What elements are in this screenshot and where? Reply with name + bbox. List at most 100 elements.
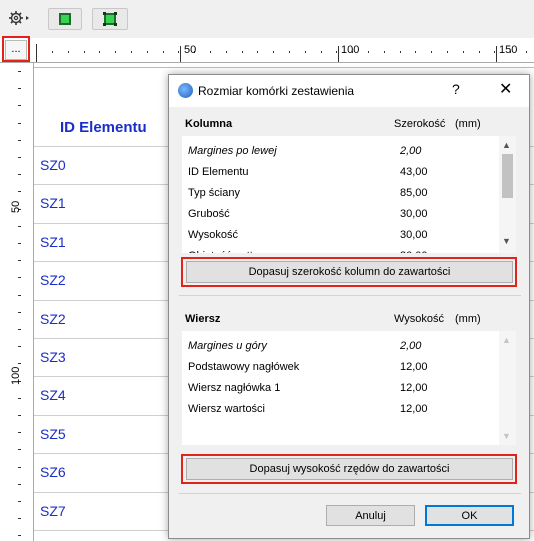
table-cell: SZ4 [40, 387, 66, 404]
column-section-header: Kolumna [185, 118, 233, 130]
ruler-tick [400, 51, 401, 53]
ruler-tick [18, 123, 21, 124]
list-item-value[interactable]: 85,00 [400, 187, 428, 199]
settings-button[interactable] [5, 8, 35, 30]
ruler-tick [18, 312, 21, 313]
list-item-label[interactable]: Wiersz nagłówka 1 [188, 382, 280, 394]
green-square-nodes-icon [103, 12, 117, 26]
tool-button-1[interactable] [48, 8, 82, 30]
ruler-tick [178, 51, 179, 53]
list-item-label[interactable]: Objętość netto [188, 250, 259, 253]
ruler-origin-tick [36, 44, 37, 62]
close-button[interactable]: ✕ [499, 79, 512, 99]
table-cell: SZ2 [40, 310, 66, 327]
list-item-label[interactable]: Wysokość [188, 229, 238, 241]
table-cell: SZ6 [40, 464, 66, 481]
ruler-tick [18, 329, 21, 330]
ruler-tick [68, 51, 69, 53]
ruler-label: 150 [499, 44, 518, 56]
ruler-tick [18, 484, 21, 485]
ruler-tick [131, 51, 132, 53]
ruler-tick [99, 51, 100, 53]
ok-button[interactable]: OK [425, 505, 514, 526]
green-square-icon [59, 13, 71, 25]
list-item-value[interactable]: 30,00 [400, 250, 428, 253]
column-list-scrollbar[interactable]: ▲ ▼ [499, 136, 516, 253]
ruler-tick [18, 415, 21, 416]
column-list[interactable]: Margines po lewej 2,00 ID Elementu 43,00 Typ… [182, 136, 516, 253]
dialog-titlebar: Rozmiar komórki zestawienia ? ✕ [169, 75, 529, 107]
list-item-value[interactable]: 43,00 [400, 166, 428, 178]
app-icon [178, 83, 193, 98]
row-unit: (mm) [455, 313, 481, 325]
table-cell: SZ7 [40, 502, 66, 519]
ruler-tick [18, 518, 21, 519]
list-item-value[interactable]: 2,00 [400, 145, 421, 157]
vertical-ruler: 50 100 [0, 63, 34, 541]
ruler-label: 50 [10, 200, 22, 213]
table-cell: SZ1 [40, 233, 66, 250]
ruler-tick [415, 51, 416, 53]
ruler-tick [115, 51, 116, 53]
scroll-up-icon[interactable]: ▲ [502, 335, 511, 345]
list-item-label[interactable]: Wiersz wartości [188, 403, 265, 415]
scroll-down-icon[interactable]: ▼ [502, 236, 511, 246]
row-list[interactable]: Margines u góry 2,00 Podstawowy nagłówek 12… [182, 331, 516, 445]
ruler-tick [18, 363, 21, 364]
separator [179, 295, 521, 296]
ruler-tick [494, 51, 495, 53]
ruler-tick [18, 501, 21, 502]
scroll-down-icon[interactable]: ▼ [502, 431, 511, 441]
list-item-label[interactable]: Podstawowy nagłówek [188, 361, 299, 373]
ruler-tick [18, 277, 21, 278]
list-item-label[interactable]: Margines po lewej [188, 145, 277, 157]
ruler-label: 100 [10, 366, 22, 385]
ruler-tick [257, 51, 258, 53]
help-button[interactable]: ? [452, 81, 460, 97]
ruler-tick [336, 51, 337, 53]
column-value-header: Szerokość [394, 118, 446, 130]
row-value-header: Wysokość [394, 313, 445, 325]
ruler-tick [321, 51, 322, 53]
ruler-tick [84, 51, 85, 53]
ruler-tick [18, 140, 21, 141]
list-item-value[interactable]: 30,00 [400, 229, 428, 241]
dialog-title: Rozmiar komórki zestawienia [198, 84, 355, 98]
list-item-value[interactable]: 30,00 [400, 208, 428, 220]
list-item-value[interactable]: 12,00 [400, 382, 428, 394]
gear-icon [8, 10, 32, 29]
scroll-thumb[interactable] [502, 154, 513, 198]
list-item-label[interactable]: ID Elementu [188, 166, 249, 178]
table-cell: SZ2 [40, 272, 66, 289]
ruler-tick [447, 51, 448, 53]
horizontal-ruler: 50 100 150 [0, 38, 534, 63]
ruler-tick [163, 51, 164, 53]
list-item-value[interactable]: 2,00 [400, 340, 421, 352]
fit-width-highlight [181, 257, 517, 287]
list-item-value[interactable]: 12,00 [400, 361, 428, 373]
list-item-value[interactable]: 12,00 [400, 403, 428, 415]
ruler-tick [18, 71, 21, 72]
ruler-major-tick [496, 46, 497, 62]
ruler-major-tick [180, 46, 181, 62]
list-item-label[interactable]: Margines u góry [188, 340, 267, 352]
cell-size-dialog: Rozmiar komórki zestawienia ? ✕ Kolumna … [168, 74, 530, 539]
table-cell: SZ1 [40, 195, 66, 212]
list-item-label[interactable]: Typ ściany [188, 187, 240, 199]
column-header: ID Elementu [60, 119, 147, 136]
cancel-button[interactable]: Anuluj [326, 505, 415, 526]
table-cell: SZ0 [40, 157, 66, 173]
ruler-tick [147, 51, 148, 53]
ruler-tick [226, 51, 227, 53]
ruler-tick [384, 51, 385, 53]
ruler-tick [18, 449, 21, 450]
tool-button-2[interactable] [92, 8, 128, 30]
ruler-tick [210, 51, 211, 53]
row-list-scrollbar[interactable]: ▲ ▼ [499, 331, 516, 445]
ruler-label: 100 [341, 44, 360, 56]
row-section-header: Wiersz [185, 313, 221, 325]
list-item-label[interactable]: Grubość [188, 208, 230, 220]
ruler-tick [18, 243, 21, 244]
scroll-up-icon[interactable]: ▲ [502, 140, 511, 150]
toolbar [0, 0, 534, 38]
